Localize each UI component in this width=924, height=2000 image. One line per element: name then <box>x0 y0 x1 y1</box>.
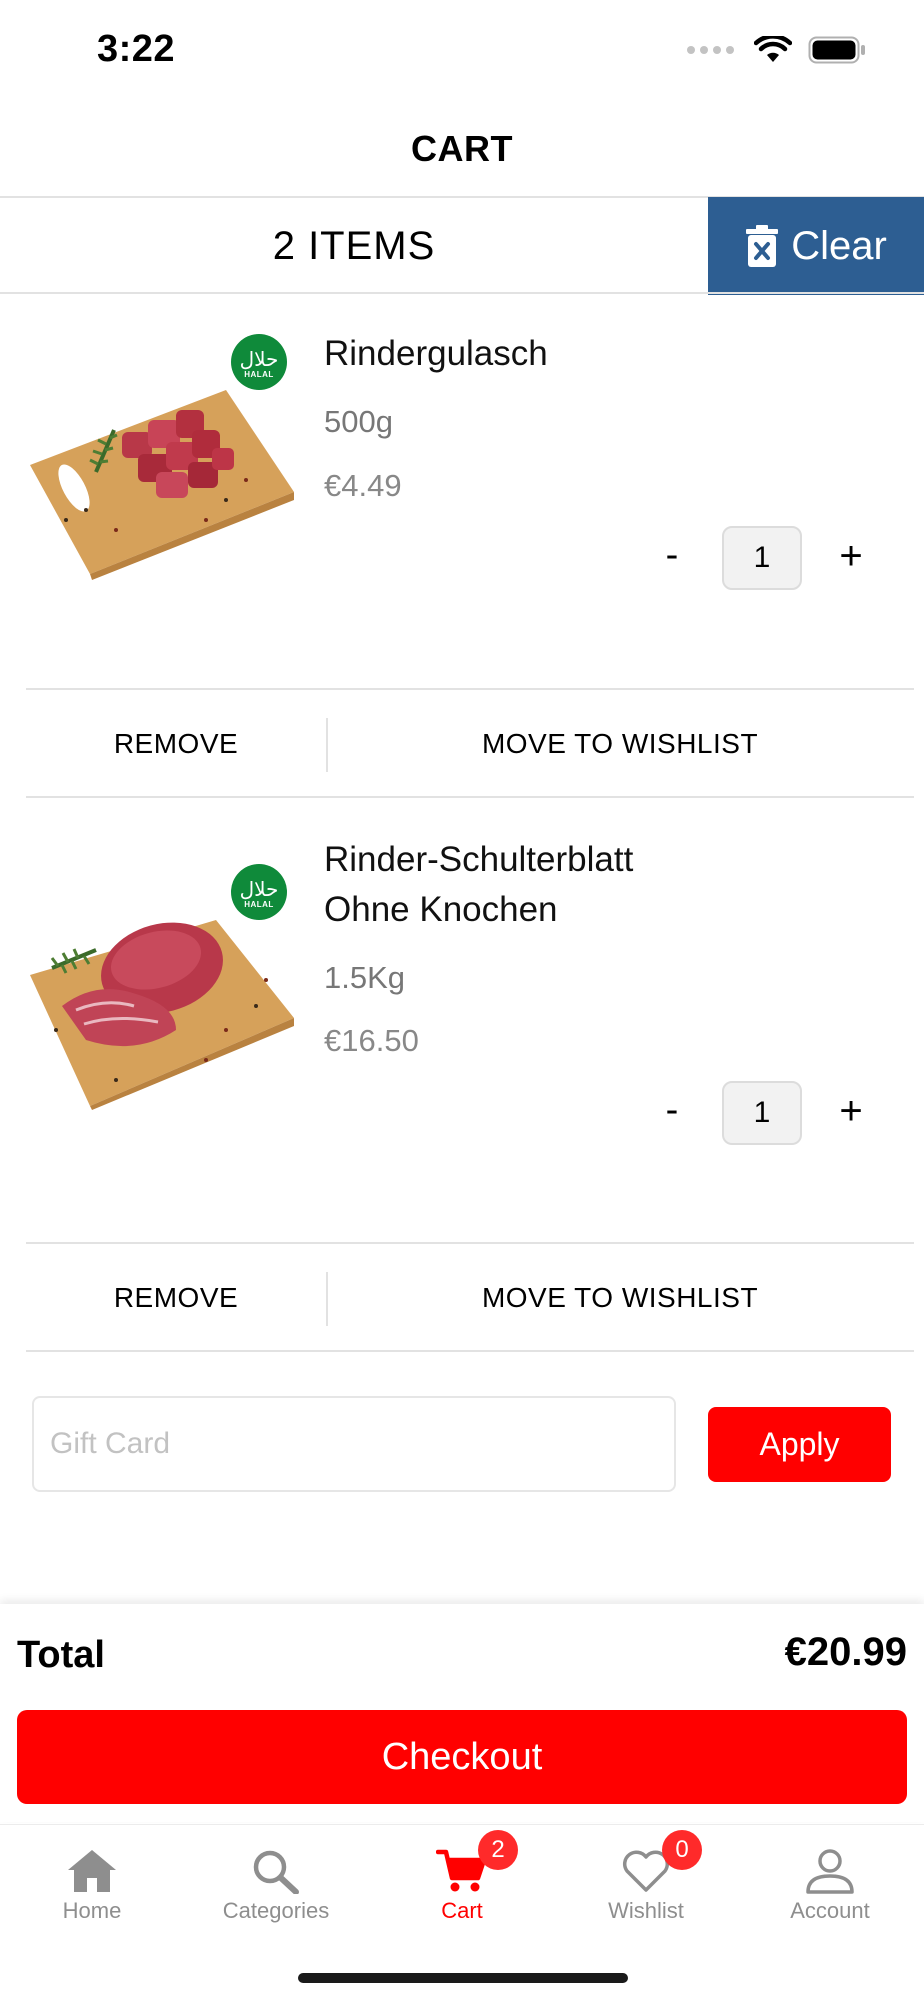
items-count: 2 ITEMS <box>272 224 436 268</box>
product-name[interactable]: Rinder-Schulterblatt Ohne Knochen <box>324 835 704 935</box>
quantity-increase-button[interactable]: + <box>836 1089 866 1134</box>
tab-cart[interactable]: Cart 2 <box>382 1830 542 1944</box>
remove-button[interactable]: REMOVE <box>26 1244 326 1352</box>
wifi-icon <box>754 36 792 62</box>
divider <box>0 292 924 294</box>
battery-icon <box>808 36 865 64</box>
wishlist-count-badge: 0 <box>662 1830 702 1870</box>
quantity-increase-button[interactable]: + <box>836 534 866 579</box>
tab-label: Wishlist <box>608 1898 684 1923</box>
quantity-value[interactable]: 1 <box>722 1081 802 1145</box>
halal-badge: حلال HALAL <box>231 864 287 920</box>
total-value: €20.99 <box>784 1630 907 1674</box>
search-icon <box>253 1850 299 1894</box>
clear-cart-button[interactable]: Clear <box>708 197 924 295</box>
home-indicator[interactable] <box>298 1973 628 1983</box>
product-name[interactable]: Rindergulasch <box>324 329 824 379</box>
status-icons <box>687 36 866 64</box>
move-to-wishlist-button[interactable]: MOVE TO WISHLIST <box>326 690 914 798</box>
item-actions: REMOVE MOVE TO WISHLIST <box>26 1244 914 1352</box>
home-icon <box>68 1850 116 1892</box>
quantity-decrease-button[interactable]: - <box>660 534 684 577</box>
divider <box>26 796 914 798</box>
apply-button[interactable]: Apply <box>708 1407 891 1482</box>
user-icon <box>806 1849 854 1894</box>
status-time: 3:22 <box>97 28 176 70</box>
quantity-value[interactable]: 1 <box>722 526 802 590</box>
remove-button[interactable]: REMOVE <box>26 690 326 798</box>
total-label: Total <box>17 1634 105 1676</box>
checkout-button[interactable]: Checkout <box>17 1710 907 1804</box>
trash-icon <box>746 225 779 267</box>
divider <box>26 1350 914 1352</box>
move-to-wishlist-button[interactable]: MOVE TO WISHLIST <box>326 1244 914 1352</box>
tab-label: Account <box>790 1898 870 1923</box>
cart-count-badge: 2 <box>478 1830 518 1870</box>
quantity-decrease-button[interactable]: - <box>660 1089 684 1132</box>
tab-label: Categories <box>222 1898 330 1923</box>
tab-home[interactable]: Home <box>12 1848 172 1944</box>
clear-label: Clear <box>791 223 887 268</box>
product-size: 500g <box>324 404 393 439</box>
page-title: CART <box>411 128 513 169</box>
cellular-signal-icon <box>687 46 734 54</box>
tab-account[interactable]: Account <box>750 1848 910 1944</box>
tab-label: Home <box>62 1898 122 1923</box>
product-image-rindergulasch <box>30 390 294 580</box>
product-price: €4.49 <box>324 468 402 503</box>
product-price: €16.50 <box>324 1023 419 1058</box>
gift-card-input[interactable] <box>32 1396 676 1492</box>
product-image-rinder-schulterblatt <box>30 920 294 1110</box>
tab-categories[interactable]: Categories <box>196 1848 356 1944</box>
product-size: 1.5Kg <box>324 960 406 995</box>
tab-wishlist[interactable]: Wishlist 0 <box>566 1830 726 1944</box>
item-actions: REMOVE MOVE TO WISHLIST <box>26 690 914 798</box>
halal-badge: حلال HALAL <box>231 334 287 390</box>
tab-label: Cart <box>441 1898 483 1923</box>
